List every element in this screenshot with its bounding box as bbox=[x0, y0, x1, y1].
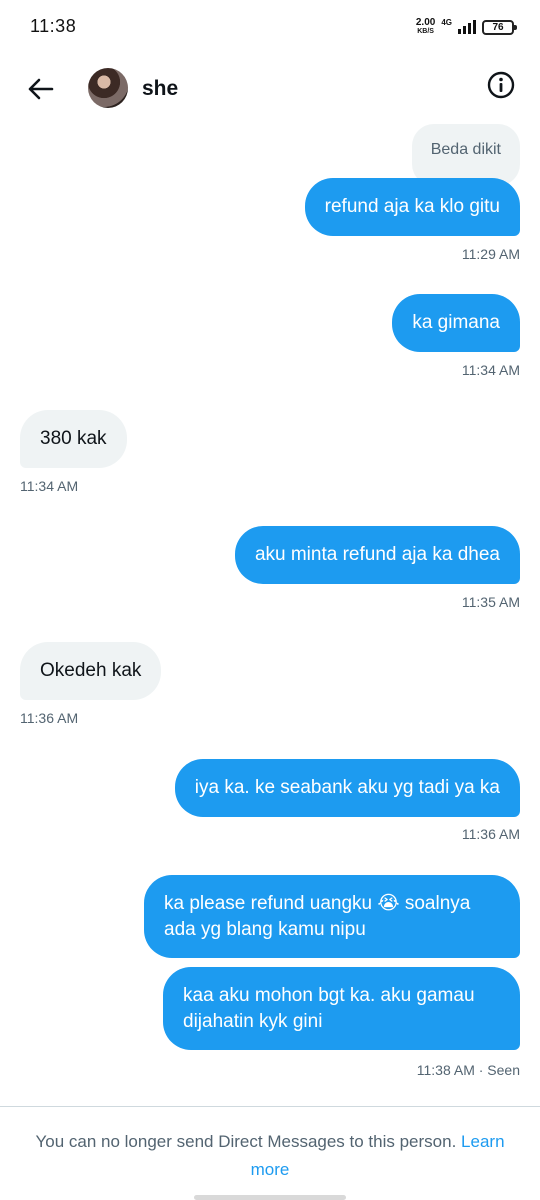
message-timestamp: 11:34 AM bbox=[20, 478, 79, 494]
home-indicator[interactable] bbox=[194, 1195, 346, 1200]
network-type: 4G bbox=[441, 17, 452, 27]
message-bubble-sent[interactable]: kaa aku mohon bgt ka. aku gamau dijahati… bbox=[163, 967, 520, 1050]
message-bubble-sent[interactable]: refund aja ka klo gitu bbox=[304, 178, 520, 236]
dm-disabled-notice: You can no longer send Direct Messages t… bbox=[0, 1128, 540, 1184]
message-bubble-received[interactable]: Okedeh kak bbox=[20, 642, 162, 700]
message-timestamp: 11:36 AM bbox=[461, 826, 520, 842]
message-timestamp-seen: 11:38 AM · Seen bbox=[416, 1062, 520, 1078]
dm-disabled-text: You can no longer send Direct Messages t… bbox=[35, 1132, 457, 1151]
message-text: iya ka. ke seabank aku yg tadi ya ka bbox=[194, 777, 500, 798]
message-list[interactable]: Beda dikit refund aja ka klo gitu 11:29 … bbox=[0, 120, 540, 1105]
avatar[interactable] bbox=[88, 68, 128, 108]
message-bubble-sent[interactable]: aku minta refund aja ka dhea bbox=[234, 526, 520, 584]
message-text: aku minta refund aja ka dhea bbox=[254, 544, 500, 565]
message-text: kaa aku mohon bgt ka. aku gamau dijahati… bbox=[183, 984, 475, 1032]
quoted-message: Beda dikit bbox=[411, 124, 520, 186]
network-speed-unit: KB/S bbox=[417, 28, 434, 35]
message-bubble-sent[interactable]: ka please refund uangku 😭 soalnya ada yg… bbox=[144, 875, 520, 958]
message-text: ka please refund uangku 😭 soalnya ada yg… bbox=[164, 892, 471, 940]
message-timestamp: 11:36 AM bbox=[20, 710, 79, 726]
message-bubble-sent[interactable]: ka gimana bbox=[392, 294, 520, 352]
conversation-header: she bbox=[0, 58, 540, 120]
info-button[interactable] bbox=[486, 70, 516, 100]
message-text: Okedeh kak bbox=[40, 660, 142, 681]
message-text: ka gimana bbox=[412, 312, 500, 333]
battery-level: 76 bbox=[492, 21, 504, 33]
conversation-name[interactable]: she bbox=[142, 77, 178, 101]
status-time: 11:38 bbox=[30, 16, 77, 36]
message-text: 380 kak bbox=[40, 428, 107, 449]
footer-divider bbox=[0, 1106, 540, 1107]
quoted-message-text: Beda dikit bbox=[430, 141, 501, 158]
network-speed: 2.00 KB/S bbox=[416, 18, 435, 36]
message-timestamp: 11:34 AM bbox=[461, 362, 520, 378]
message-bubble-sent[interactable]: iya ka. ke seabank aku yg tadi ya ka bbox=[174, 759, 520, 817]
message-timestamp: 11:35 AM bbox=[461, 594, 520, 610]
dm-conversation-screen: 11:38 2.00 KB/S 4G 76 she Beda dikit ref… bbox=[0, 0, 540, 1200]
back-button[interactable] bbox=[20, 68, 62, 110]
signal-icon bbox=[458, 20, 476, 34]
message-timestamp: 11:29 AM bbox=[461, 246, 520, 262]
info-circle-icon bbox=[487, 71, 515, 99]
battery-icon: 76 bbox=[482, 19, 517, 35]
status-indicators: 2.00 KB/S 4G 76 bbox=[416, 17, 517, 36]
status-bar: 11:38 2.00 KB/S 4G 76 bbox=[0, 0, 540, 56]
arrow-left-icon bbox=[28, 78, 54, 100]
network-speed-value: 2.00 bbox=[415, 17, 436, 28]
message-bubble-received[interactable]: 380 kak bbox=[20, 410, 127, 468]
message-text: refund aja ka klo gitu bbox=[324, 196, 500, 217]
